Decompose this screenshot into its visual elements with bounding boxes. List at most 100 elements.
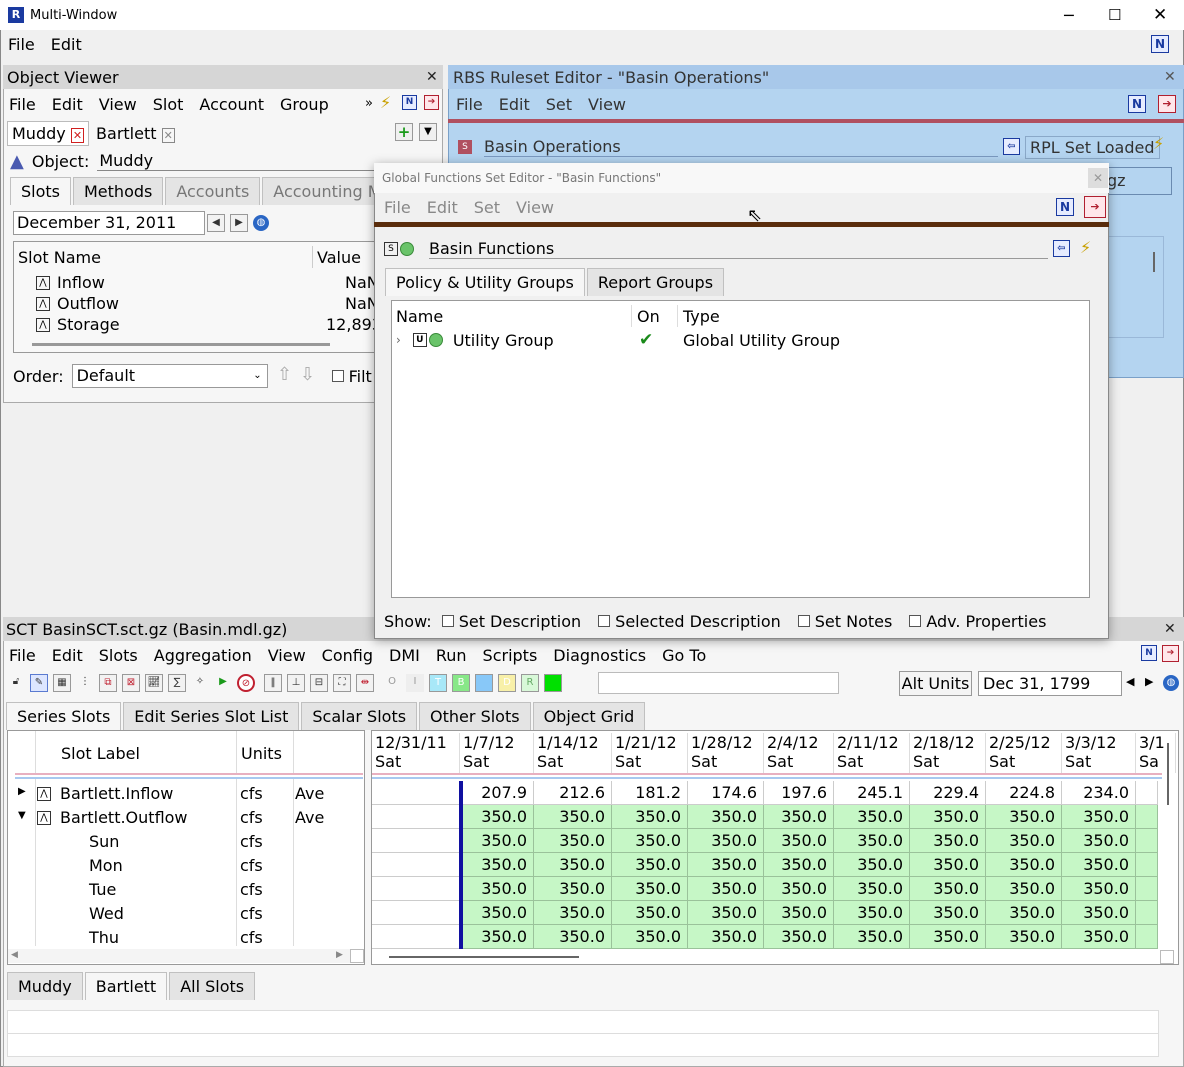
data-cell[interactable]: 350.0: [764, 853, 834, 877]
play-icon[interactable]: ▶: [214, 674, 232, 692]
move-up-icon[interactable]: ⇧: [276, 366, 294, 385]
data-cell[interactable]: 350.0: [612, 901, 688, 925]
tab-all-slots[interactable]: All Slots: [169, 971, 256, 1000]
sct-prev-date-icon[interactable]: ◀: [1126, 675, 1134, 688]
grid-vscroll-thumb[interactable]: [1167, 743, 1169, 805]
rbs-bolt-icon[interactable]: ⚡: [1153, 134, 1164, 153]
data-cell[interactable]: 350.0: [534, 805, 612, 829]
data-cell[interactable]: 350.0: [834, 877, 910, 901]
flag-b-icon[interactable]: B: [452, 674, 470, 692]
tab-other-slots[interactable]: Other Slots: [419, 701, 531, 730]
data-cell[interactable]: 234.0: [1062, 781, 1136, 805]
data-cell[interactable]: 350.0: [764, 829, 834, 853]
data-cell[interactable]: 207.9: [460, 781, 534, 805]
date-column-header[interactable]: 2/18/12 Sat: [913, 733, 986, 773]
gf-menu-view[interactable]: View: [516, 198, 554, 217]
sct-date-field[interactable]: Dec 31, 1799: [978, 671, 1122, 696]
sct-next-date-icon[interactable]: ▶: [1145, 675, 1153, 688]
order-select[interactable]: Default ⌄: [71, 364, 268, 388]
sct-exit-icon[interactable]: ➔: [1162, 645, 1179, 662]
data-cell[interactable]: 350.0: [1062, 901, 1136, 925]
table-row[interactable]: ▼ ⋀ Bartlett.Outflow cfs Ave: [8, 806, 364, 830]
plot-icon[interactable]: 📈︎: [145, 674, 163, 692]
data-cell[interactable]: 350.0: [986, 829, 1062, 853]
stop-icon[interactable]: ⊘: [237, 674, 255, 692]
filter-checkbox[interactable]: [331, 370, 344, 382]
data-cell[interactable]: 350.0: [764, 925, 834, 949]
flag-blue-icon[interactable]: [475, 674, 493, 692]
date-column-header[interactable]: 3/1 Sa: [1139, 733, 1176, 773]
sct-menu-file[interactable]: File: [9, 646, 36, 665]
sct-menu-scripts[interactable]: Scripts: [483, 646, 538, 665]
data-cell[interactable]: 350.0: [460, 853, 534, 877]
close-slot-icon[interactable]: ⊠: [122, 674, 140, 692]
dots-icon[interactable]: ⋮: [76, 674, 94, 692]
rbs-menu-view[interactable]: View: [588, 95, 626, 114]
sct-value-field[interactable]: [598, 672, 839, 694]
fit-icon[interactable]: ⛶: [333, 674, 351, 692]
gf-bolt-icon[interactable]: ⚡: [1080, 238, 1091, 257]
table-row[interactable]: ▶ ⋀ Bartlett.Inflow cfs Ave: [8, 782, 364, 806]
data-cell[interactable]: 350.0: [986, 925, 1062, 949]
data-cell[interactable]: 350.0: [764, 805, 834, 829]
rbs-close-icon[interactable]: ✕: [1164, 69, 1176, 85]
alt-units-button[interactable]: Alt Units: [899, 671, 972, 696]
horizontal-scrollbar[interactable]: [32, 343, 330, 346]
flag-i-icon[interactable]: I: [406, 674, 424, 692]
list-item[interactable]: ⋀ Storage 12,893: [36, 314, 386, 335]
table-row[interactable]: › U Utility Group ✔ Global Utility Group: [396, 329, 1086, 351]
data-cell[interactable]: 350.0: [688, 877, 764, 901]
data-cell[interactable]: [372, 877, 460, 901]
tab-edit-series-slot-list[interactable]: Edit Series Slot List: [123, 701, 300, 730]
rbs-menu-set[interactable]: Set: [546, 95, 572, 114]
ov-menu-slot[interactable]: Slot: [153, 95, 184, 114]
data-cell[interactable]: 350.0: [612, 829, 688, 853]
tab-bartlett[interactable]: Bartlett ✕: [92, 122, 179, 145]
sct-menu-diagnostics[interactable]: Diagnostics: [553, 646, 646, 665]
data-cell[interactable]: 174.6: [688, 781, 764, 805]
sct-menu-config[interactable]: Config: [322, 646, 373, 665]
stats-icon[interactable]: ∑: [168, 674, 186, 692]
sct-menu-run[interactable]: Run: [436, 646, 467, 665]
gf-close-button[interactable]: ✕: [1088, 168, 1108, 188]
ov-menu-view[interactable]: View: [99, 95, 137, 114]
tab-muddy-group[interactable]: Muddy: [7, 971, 83, 1000]
data-cell[interactable]: 350.0: [986, 805, 1062, 829]
data-cell[interactable]: 350.0: [1062, 829, 1136, 853]
date-column-header[interactable]: 1/14/12 Sat: [537, 733, 612, 773]
rbs-exit-icon[interactable]: ➔: [1158, 95, 1176, 113]
flag-r-icon[interactable]: R: [521, 674, 539, 692]
data-cell[interactable]: 229.4: [910, 781, 986, 805]
data-cell[interactable]: 350.0: [764, 877, 834, 901]
gf-exit-icon[interactable]: ➔: [1084, 196, 1106, 218]
data-cell[interactable]: 350.0: [534, 829, 612, 853]
data-cell[interactable]: 350.0: [986, 901, 1062, 925]
list-item[interactable]: ⋀ Outflow NaN: [36, 293, 386, 314]
set-notes-checkbox[interactable]: [797, 615, 810, 627]
data-cell[interactable]: 350.0: [688, 829, 764, 853]
data-cell[interactable]: 197.6: [764, 781, 834, 805]
selected-description-checkbox[interactable]: [598, 615, 611, 627]
sct-riverware-icon[interactable]: N: [1141, 645, 1157, 661]
subtab-accounts[interactable]: Accounts: [165, 177, 261, 205]
data-cell[interactable]: 350.0: [534, 853, 612, 877]
data-cell[interactable]: [372, 829, 460, 853]
data-cell[interactable]: 350.0: [834, 805, 910, 829]
close-tab-icon[interactable]: ✕: [161, 127, 175, 143]
date-column-header[interactable]: 1/7/12 Sat: [463, 733, 534, 773]
date-column-header[interactable]: 2/11/12 Sat: [837, 733, 910, 773]
data-cell[interactable]: 350.0: [910, 829, 986, 853]
data-cell[interactable]: 350.0: [534, 901, 612, 925]
data-cell[interactable]: 350.0: [534, 877, 612, 901]
data-cell[interactable]: 350.0: [834, 853, 910, 877]
data-cell[interactable]: 350.0: [612, 853, 688, 877]
ov-exit-icon[interactable]: ➔: [424, 95, 439, 110]
edit-slot-icon[interactable]: ✎: [30, 674, 48, 692]
sct-menu-view[interactable]: View: [268, 646, 306, 665]
date-column-header[interactable]: 1/21/12 Sat: [615, 733, 688, 773]
data-cell[interactable]: 350.0: [612, 925, 688, 949]
ov-menu-file[interactable]: File: [9, 95, 36, 114]
data-cell[interactable]: [372, 901, 460, 925]
rbs-riverware-icon[interactable]: N: [1128, 95, 1146, 113]
globe-icon[interactable]: ◍: [253, 215, 269, 231]
